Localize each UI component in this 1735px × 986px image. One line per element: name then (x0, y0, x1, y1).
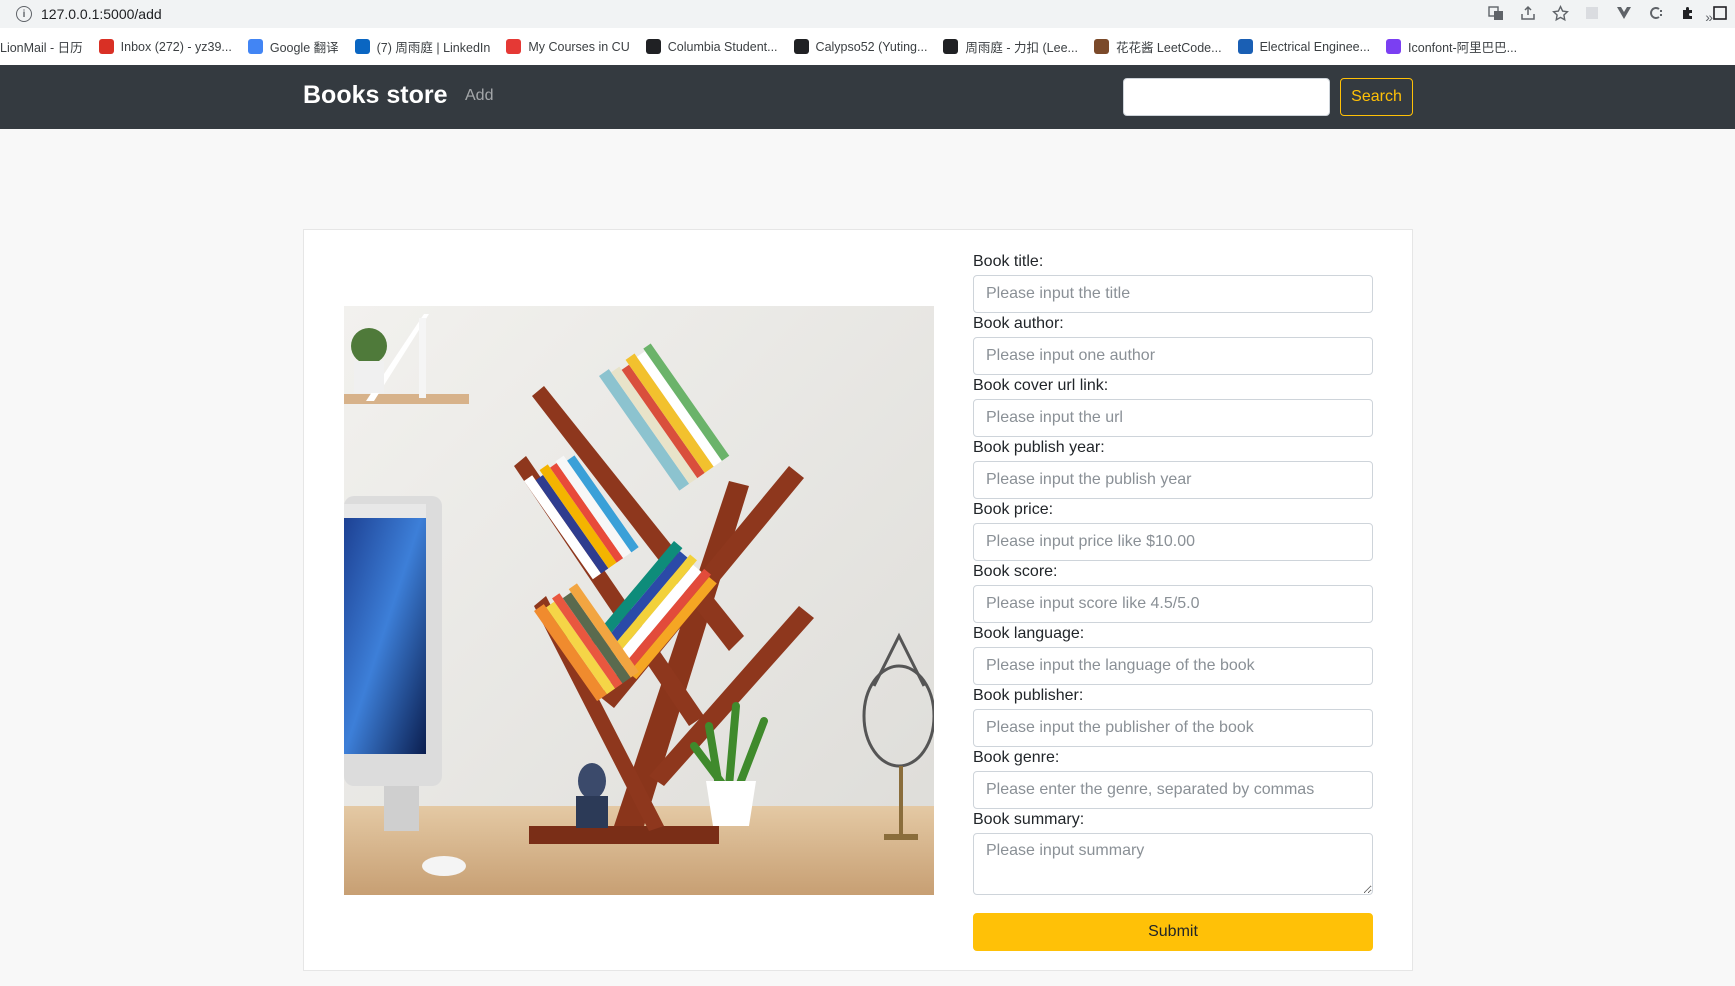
field-label: Book author: (973, 315, 1064, 332)
extension-c-icon[interactable] (1647, 4, 1665, 22)
bookmark-label: Calypso52 (Yuting... (815, 39, 928, 54)
bookmark-item[interactable]: Calypso52 (Yuting... (793, 39, 928, 54)
add-book-card: Book title: Book author: Book cover url li… (303, 229, 1413, 971)
form-field-group: Book title: (973, 252, 1373, 314)
bookmark-label: Inbox (272) - yz39... (120, 39, 232, 54)
field-label: Book title: (973, 253, 1044, 270)
form-field-group: Book cover url link: (973, 376, 1373, 438)
avatar-icon (1093, 39, 1109, 54)
field-label: Book genre: (973, 749, 1060, 766)
bookmark-item[interactable]: LionMail - 日历 (0, 37, 83, 56)
form-field-group: Book publish year: (973, 438, 1373, 500)
form-field-group: Book language: (973, 624, 1373, 686)
bookshelf-photo (344, 306, 934, 895)
field-input[interactable] (973, 709, 1373, 747)
form-field-group: Book genre: (973, 748, 1373, 810)
form-field-group: Book author: (973, 314, 1373, 376)
columbia-icon (645, 39, 661, 54)
bookmark-item[interactable]: Columbia Student... (645, 39, 778, 54)
bookmark-item[interactable]: 周雨庭 - 力扣 (Lee... (943, 37, 1078, 56)
submit-button[interactable]: Submit (973, 913, 1373, 951)
address-url[interactable]: 127.0.0.1:5000/add (41, 6, 162, 22)
field-label: Book cover url link: (973, 377, 1109, 394)
field-input[interactable] (973, 647, 1373, 685)
field-label: Book publish year: (973, 439, 1105, 456)
extensions-puzzle-icon[interactable] (1679, 4, 1697, 22)
bookmark-label: Columbia Student... (667, 39, 778, 54)
bookmark-label: (7) 周雨庭 | LinkedIn (376, 41, 491, 55)
bookmark-label: 周雨庭 - 力扣 (Lee... (965, 41, 1078, 55)
field-input[interactable] (973, 523, 1373, 561)
field-label: Book language: (973, 625, 1085, 642)
brand-logo[interactable]: Books store (303, 81, 447, 110)
browser-toolbar-icons (1487, 4, 1735, 22)
field-input[interactable] (973, 585, 1373, 623)
search-input[interactable] (1123, 78, 1330, 116)
app-navbar: Books store Add Search (0, 65, 1735, 129)
field-label: Book score: (973, 563, 1058, 580)
field-label: Book publisher: (973, 687, 1084, 704)
crown-icon (1237, 39, 1253, 54)
bookmarks-bar: LionMail - 日历 Inbox (272) - yz39... Google… (0, 28, 1735, 65)
summary-field-group: Book summary: (973, 810, 1373, 895)
field-input[interactable] (973, 771, 1373, 809)
site-info-icon[interactable]: i (16, 6, 32, 22)
bookmark-item[interactable]: Electrical Enginee... (1237, 39, 1371, 54)
bookmark-label: 花花酱 LeetCode... (1115, 41, 1222, 55)
share-icon[interactable] (1519, 4, 1537, 22)
field-input[interactable] (973, 399, 1373, 437)
bookmark-label: Google 翻译 (269, 41, 339, 55)
search-button[interactable]: Search (1340, 78, 1413, 116)
courses-icon (506, 39, 522, 54)
nav-add-link[interactable]: Add (465, 87, 493, 105)
summary-label: Book summary: (973, 811, 1085, 828)
bookmark-label: Iconfont-阿里巴巴... (1408, 41, 1518, 55)
bookmark-item[interactable]: Inbox (272) - yz39... (98, 39, 232, 54)
translate-icon[interactable] (1487, 4, 1505, 22)
bookmark-item[interactable]: My Courses in CU (506, 39, 630, 54)
window-icon[interactable] (1711, 4, 1729, 22)
summary-textarea[interactable] (973, 833, 1373, 895)
github-icon (793, 39, 809, 54)
field-input[interactable] (973, 461, 1373, 499)
bookmark-star-icon[interactable] (1551, 4, 1569, 22)
iconfont-icon (1386, 39, 1402, 54)
bookmark-item[interactable]: (7) 周雨庭 | LinkedIn (354, 37, 491, 56)
add-book-form: Book title: Book author: Book cover url li… (973, 252, 1373, 895)
form-field-group: Book price: (973, 500, 1373, 562)
bookmark-label: LionMail - 日历 (0, 41, 83, 55)
gmail-icon (98, 39, 114, 54)
form-field-group: Book publisher: (973, 686, 1373, 748)
google-translate-icon (247, 39, 263, 54)
leetcode-cn-icon (943, 39, 959, 54)
bookmark-label: Electrical Enginee... (1259, 39, 1371, 54)
bookmarks-more-button[interactable]: » (1705, 9, 1713, 25)
bookmark-item[interactable]: Google 翻译 (247, 37, 339, 56)
linkedin-icon (354, 39, 370, 54)
vue-devtools-icon[interactable] (1615, 4, 1633, 22)
bookmark-label: My Courses in CU (528, 39, 630, 54)
form-field-group: Book score: (973, 562, 1373, 624)
field-input[interactable] (973, 275, 1373, 313)
bookmark-item[interactable]: Iconfont-阿里巴巴... (1386, 37, 1517, 56)
browser-address-bar: i 127.0.0.1:5000/add (0, 0, 1735, 28)
field-input[interactable] (973, 337, 1373, 375)
field-label: Book price: (973, 501, 1054, 518)
bookmark-item[interactable]: 花花酱 LeetCode... (1093, 37, 1222, 56)
extension-placeholder-icon[interactable] (1583, 4, 1601, 22)
